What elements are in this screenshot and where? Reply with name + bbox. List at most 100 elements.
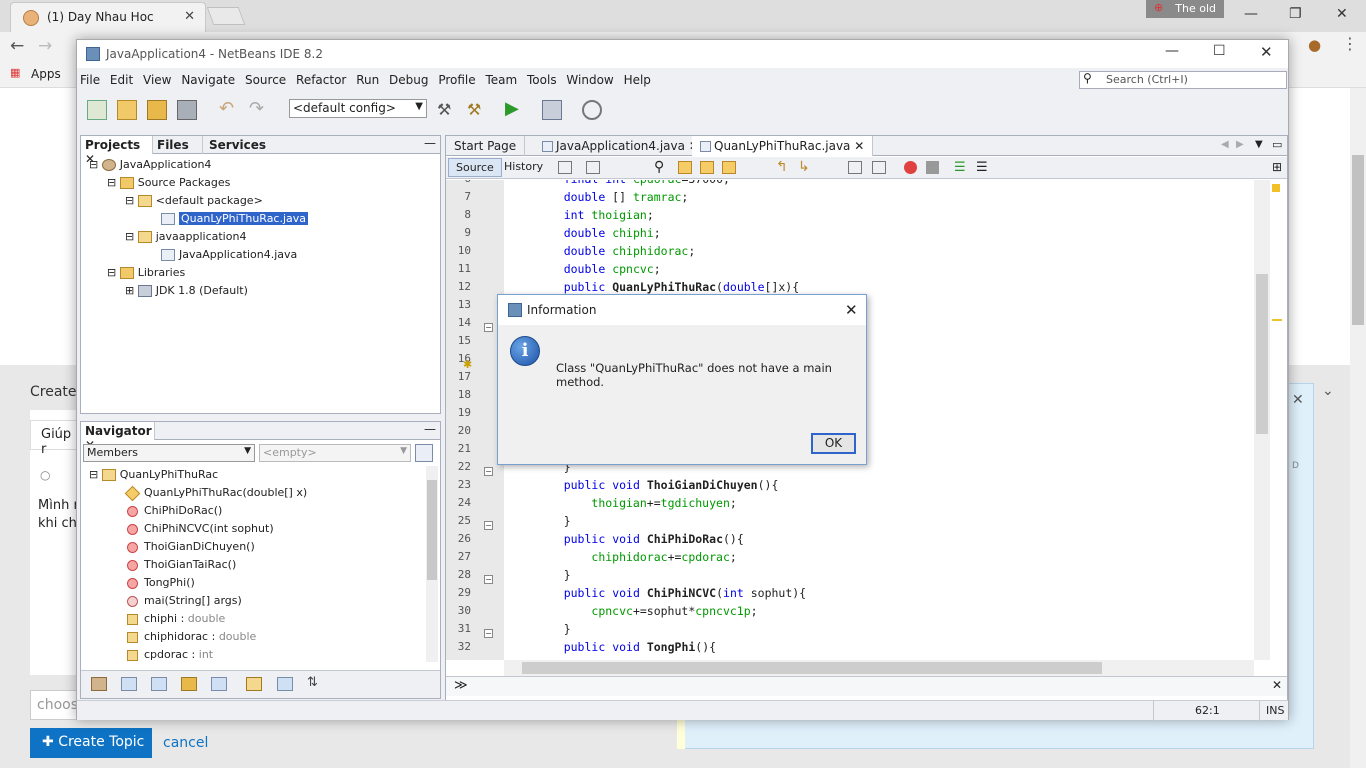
error-stripe-mark[interactable] [1272,184,1280,192]
save-all-icon[interactable] [177,100,197,120]
tree-node-quanly-file[interactable]: QuanLyPhiThuRac.java [161,210,309,228]
code-line[interactable]: public QuanLyPhiThuRac(double[]x){ [536,280,799,294]
static-filter-icon[interactable] [151,677,167,691]
fold-icon[interactable]: − [484,575,493,584]
menu-view[interactable]: View [140,70,174,90]
tree-node-javaapplication4-package[interactable]: ⊟ javaapplication4 [125,228,246,246]
code-line[interactable]: public void ThoiGianDiChuyen(){ [536,478,779,492]
inherited-members-icon[interactable] [91,677,107,691]
redo-icon[interactable]: ↷ [249,100,269,120]
maximize-editor-icon[interactable]: ▭ [1272,138,1282,151]
empty-select[interactable]: <empty> ▼ [259,444,411,462]
nav-root-class[interactable]: ⊟ QuanLyPhiThuRac [89,466,218,484]
new-project-icon[interactable] [117,100,137,120]
stop-macro-icon[interactable] [926,161,939,174]
clean-build-icon[interactable]: ⚒ [467,100,487,120]
shift-right-icon[interactable] [872,161,886,174]
minimize-icon[interactable]: — [1244,6,1258,22]
menu-edit[interactable]: Edit [107,70,136,90]
tree-node-jdk[interactable]: ⊞ JDK 1.8 (Default) [125,282,248,300]
back-icon[interactable]: ← [10,36,24,56]
code-line[interactable]: public void TongPhi(){ [536,640,716,654]
error-stripe-line[interactable] [1272,319,1282,321]
apps-link[interactable]: Apps [31,67,61,81]
code-line[interactable]: double chiphidorac; [536,244,696,258]
fold-icon[interactable]: − [484,467,493,476]
ok-button[interactable]: OK [811,433,856,454]
fqn-icon[interactable] [246,677,262,691]
undo-icon[interactable]: ↶ [219,100,239,120]
source-tab[interactable]: Source [448,158,502,177]
nav-member[interactable]: TongPhi() [127,574,195,592]
nav-member[interactable]: mai(String[] args) [127,592,242,610]
next-bookmark-icon[interactable]: ↳ [798,159,810,175]
non-public-filter-icon[interactable] [181,677,197,691]
tree-node-javaapplication4-file[interactable]: JavaApplication4.java [161,246,297,264]
tab-scroll-right-icon[interactable]: ▶ [1236,139,1244,150]
menu-navigate[interactable]: Navigate [178,70,238,90]
sort-by-name-icon[interactable] [277,677,293,691]
menu-team[interactable]: Team [482,70,520,90]
dialog-close-icon[interactable]: ✕ [845,301,858,319]
menu-help[interactable]: Help [621,70,654,90]
sort-by-source-icon[interactable]: ⇅ [307,675,318,690]
output-close-icon[interactable]: ✕ [1272,678,1282,692]
code-line[interactable]: chiphidorac+=cpdorac; [536,550,736,564]
search-input[interactable]: Search (Ctrl+I) [1079,71,1287,89]
nav-member[interactable]: ChiPhiNCVC(int sophut) [127,520,274,538]
config-select[interactable]: <default config> ▼ [289,99,427,118]
forward-icon[interactable]: → [38,36,52,56]
comment-icon[interactable]: ☰ [954,160,966,175]
code-line[interactable]: double chiphi; [536,226,661,240]
tab-files[interactable]: Files [153,136,203,154]
close-icon[interactable]: ✕ [1260,43,1273,61]
debug-icon[interactable] [542,100,562,120]
find-prev-icon[interactable] [678,161,692,174]
code-line[interactable]: double [] tramrac; [536,190,689,204]
tree-node-default-package[interactable]: ⊟ <default package> [125,192,263,210]
find-selection-icon[interactable] [722,161,736,174]
open-project-icon[interactable] [147,100,167,120]
collapse-icon[interactable]: ⌄ [1322,383,1334,399]
inner-classes-filter-icon[interactable] [211,677,227,691]
nav-member[interactable]: chiphidorac : double [127,628,256,646]
fields-filter-icon[interactable] [121,677,137,691]
output-expand-icon[interactable]: ≫ [454,678,468,693]
run-icon[interactable]: ▶ [505,100,525,120]
menu-refactor[interactable]: Refactor [293,70,349,90]
navigator-scrollbar-thumb[interactable] [427,480,437,580]
maximize-icon[interactable]: ☐ [1213,43,1226,59]
menu-window[interactable]: Window [563,70,616,90]
tab-projects[interactable]: Projects ✕ [81,136,153,166]
menu-profile[interactable]: Profile [435,70,478,90]
nav-member[interactable]: cpdorac : int [127,646,213,664]
cookie-icon[interactable]: ● [1308,36,1321,54]
shift-left-icon[interactable] [848,161,862,174]
last-edit-icon[interactable] [558,161,572,174]
menu-run[interactable]: Run [353,70,382,90]
tree-node-libraries[interactable]: ⊟ Libraries [107,264,185,282]
tab-list-icon[interactable]: ▼ [1255,139,1263,150]
find-icon[interactable]: ⚲ [654,159,664,175]
minimize-panel-icon[interactable]: — [424,422,436,436]
navigator-options-icon[interactable] [415,444,433,462]
tab-services[interactable]: Services [205,136,270,154]
tab-close-icon[interactable]: ✕ [854,139,864,153]
hint-bulb-icon[interactable]: ✱ [463,358,472,371]
nav-member[interactable]: ThoiGianDiChuyen() [127,538,255,556]
tab-start-page[interactable]: Start Page [446,136,526,156]
menu-source[interactable]: Source [242,70,289,90]
tab-navigator[interactable]: Navigator ✕ [81,422,155,452]
menu-debug[interactable]: Debug [386,70,431,90]
menu-icon[interactable]: ⋮ [1342,34,1358,53]
minimize-icon[interactable]: — [1165,43,1179,59]
editor-vscrollbar-thumb[interactable] [1256,274,1268,434]
code-line[interactable]: } [536,622,571,636]
close-icon[interactable]: ✕ [1336,6,1348,22]
tab-scroll-left-icon[interactable]: ◀ [1221,139,1229,150]
code-line[interactable]: cpncvc+=sophut*cpncvc1p; [536,604,757,618]
code-line[interactable]: double cpncvc; [536,262,661,276]
record-macro-icon[interactable] [904,161,917,174]
code-line[interactable]: int thoigian; [536,208,654,222]
maximize-icon[interactable]: ❐ [1289,6,1302,22]
